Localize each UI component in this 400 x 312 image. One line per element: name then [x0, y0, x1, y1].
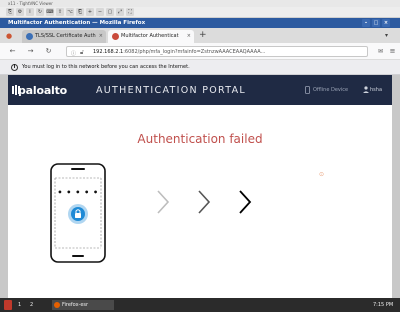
vnc-refresh-icon[interactable]: ↻	[36, 8, 44, 16]
firefox-menu-icon[interactable]: ●	[6, 32, 15, 41]
vnc-zoom-fit-icon[interactable]: ⤢	[116, 8, 124, 16]
device-status: Offline Device	[313, 87, 349, 93]
pin-dots: • • • • •	[57, 188, 99, 197]
phone-illustration-icon	[50, 163, 106, 263]
info-icon: i	[11, 64, 18, 71]
hamburger-menu-icon[interactable]: ≡	[388, 47, 397, 56]
tab-favicon-icon	[26, 33, 33, 40]
taskbar-firefox-item[interactable]: Firefox-esr	[52, 300, 114, 310]
portal-content: Authentication failed ⊙ • • • • •	[8, 105, 392, 298]
maximize-icon[interactable]: □	[372, 19, 380, 27]
task-label: Firefox-esr	[62, 302, 89, 308]
cursor-marker-icon: ⊙	[319, 171, 325, 178]
tab-list-icon[interactable]: ▾	[385, 32, 388, 39]
vnc-zoom-in-icon[interactable]: +	[86, 8, 94, 16]
device-icon	[305, 86, 310, 94]
new-tab-button[interactable]: +	[199, 30, 207, 40]
vnc-ctrl-alt-del-icon[interactable]: ⌨	[46, 8, 54, 16]
lock-warning-icon[interactable]: 🔓︎	[80, 48, 84, 56]
vnc-new-connection-icon[interactable]: ⎘	[6, 8, 14, 16]
username: hsha	[370, 87, 383, 93]
captive-portal-notification: i You must log in to this network before…	[0, 60, 400, 75]
browser-window-title: Multifactor Authentication — Mozilla Fir…	[0, 18, 400, 28]
chevron-right-icon	[239, 190, 252, 214]
portal-title: AUTHENTICATION PORTAL	[96, 85, 246, 96]
vnc-toolbar: ⎘ ⚙ i ↻ ⌨ ⇧ ⌥ ⎗ + − ▢ ⤢ ⛶	[0, 7, 400, 18]
tab-multifactor-auth[interactable]: Multifactor Authenticat ×	[108, 30, 194, 43]
vnc-fullscreen-icon[interactable]: ⛶	[126, 8, 134, 16]
vnc-ctrl-icon[interactable]: ⇧	[56, 8, 64, 16]
close-tab-icon[interactable]: ×	[187, 30, 191, 43]
reload-icon[interactable]: ↻	[44, 47, 53, 56]
vnc-info-icon[interactable]: i	[26, 8, 34, 16]
close-icon[interactable]: ×	[382, 19, 390, 27]
extension-icon[interactable]: ✉	[376, 47, 385, 56]
info-icon[interactable]: ⓘ	[71, 49, 76, 56]
tab-label: Multifactor Authenticat	[121, 33, 179, 39]
url-path: :6082/php/mfa_login?mfainfo=ZstnzwAAACEA…	[123, 49, 266, 55]
authentication-status-title: Authentication failed	[137, 132, 263, 146]
clock: 7:15 PM	[373, 302, 394, 308]
chevron-right-icon	[157, 190, 170, 214]
firefox-icon	[54, 302, 60, 308]
window-title-text: Multifactor Authentication — Mozilla Fir…	[8, 20, 146, 26]
back-icon[interactable]: ←	[8, 47, 17, 56]
navigation-bar: ← → ↻ ⓘ 🔓︎ 192.168.2.1:6082/php/mfa_logi…	[0, 43, 400, 60]
vnc-zoom-100-icon[interactable]: ▢	[106, 8, 114, 16]
user-icon	[363, 86, 369, 93]
brand-logo-text: paloalto	[18, 84, 68, 97]
notification-text: You must log in to this network before y…	[22, 64, 190, 70]
workspace-2[interactable]: 2	[30, 300, 33, 310]
url-bar[interactable]: ⓘ 🔓︎ 192.168.2.1:6082/php/mfa_login?mfai…	[66, 46, 368, 57]
portal-header: paloalto AUTHENTICATION PORTAL Offline D…	[8, 75, 392, 105]
tab-tls-certificate[interactable]: TLS/SSL Certificate Auth ×	[22, 30, 106, 43]
url-host: 192.168.2.1	[93, 49, 124, 55]
start-menu-icon[interactable]	[4, 300, 12, 310]
close-tab-icon[interactable]: ×	[99, 30, 103, 43]
taskbar: 1 2 Firefox-esr 7:15 PM	[0, 298, 400, 312]
chevron-right-icon	[198, 190, 211, 214]
vnc-alt-icon[interactable]: ⌥	[66, 8, 74, 16]
vnc-window-title: x11 - TightVNC Viewer	[0, 0, 400, 7]
tab-label: TLS/SSL Certificate Auth	[35, 33, 96, 39]
tab-bar: ● TLS/SSL Certificate Auth × Multifactor…	[0, 28, 400, 43]
vnc-zoom-out-icon[interactable]: −	[96, 8, 104, 16]
forward-icon[interactable]: →	[26, 47, 35, 56]
workspace-1[interactable]: 1	[18, 300, 21, 310]
vnc-clipboard-icon[interactable]: ⎗	[76, 8, 84, 16]
tab-favicon-icon	[112, 33, 119, 40]
vnc-options-icon[interactable]: ⚙	[16, 8, 24, 16]
minimize-icon[interactable]: –	[362, 19, 370, 27]
